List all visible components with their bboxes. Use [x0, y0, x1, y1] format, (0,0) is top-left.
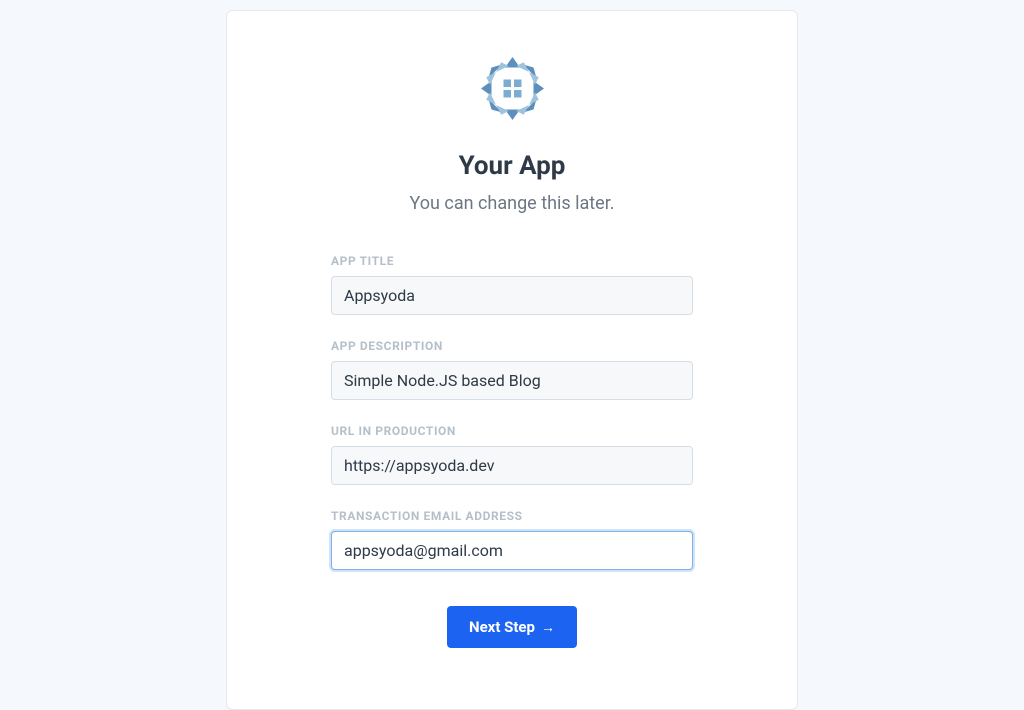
field-group-transaction-email: Transaction Email Address — [331, 509, 693, 570]
app-setup-card: Your App You can change this later. App … — [226, 10, 798, 710]
app-logo-icon — [475, 51, 550, 126]
page-title: Your App — [277, 151, 747, 181]
app-description-input[interactable] — [331, 361, 693, 400]
field-group-app-description: App Description — [331, 339, 693, 400]
app-title-input[interactable] — [331, 276, 693, 315]
next-step-button[interactable]: Next Step → — [447, 606, 577, 648]
url-production-input[interactable] — [331, 446, 693, 485]
app-title-label: App Title — [331, 254, 693, 268]
arrow-right-icon: → — [541, 619, 555, 636]
card-header: Your App You can change this later. — [277, 51, 747, 214]
form-actions: Next Step → — [277, 606, 747, 648]
transaction-email-input[interactable] — [331, 531, 693, 570]
url-production-label: URL in Production — [331, 424, 693, 438]
next-step-label: Next Step — [469, 618, 535, 636]
field-group-app-title: App Title — [331, 254, 693, 315]
page-subtitle: You can change this later. — [277, 193, 747, 214]
field-group-url-production: URL in Production — [331, 424, 693, 485]
transaction-email-label: Transaction Email Address — [331, 509, 693, 523]
app-description-label: App Description — [331, 339, 693, 353]
